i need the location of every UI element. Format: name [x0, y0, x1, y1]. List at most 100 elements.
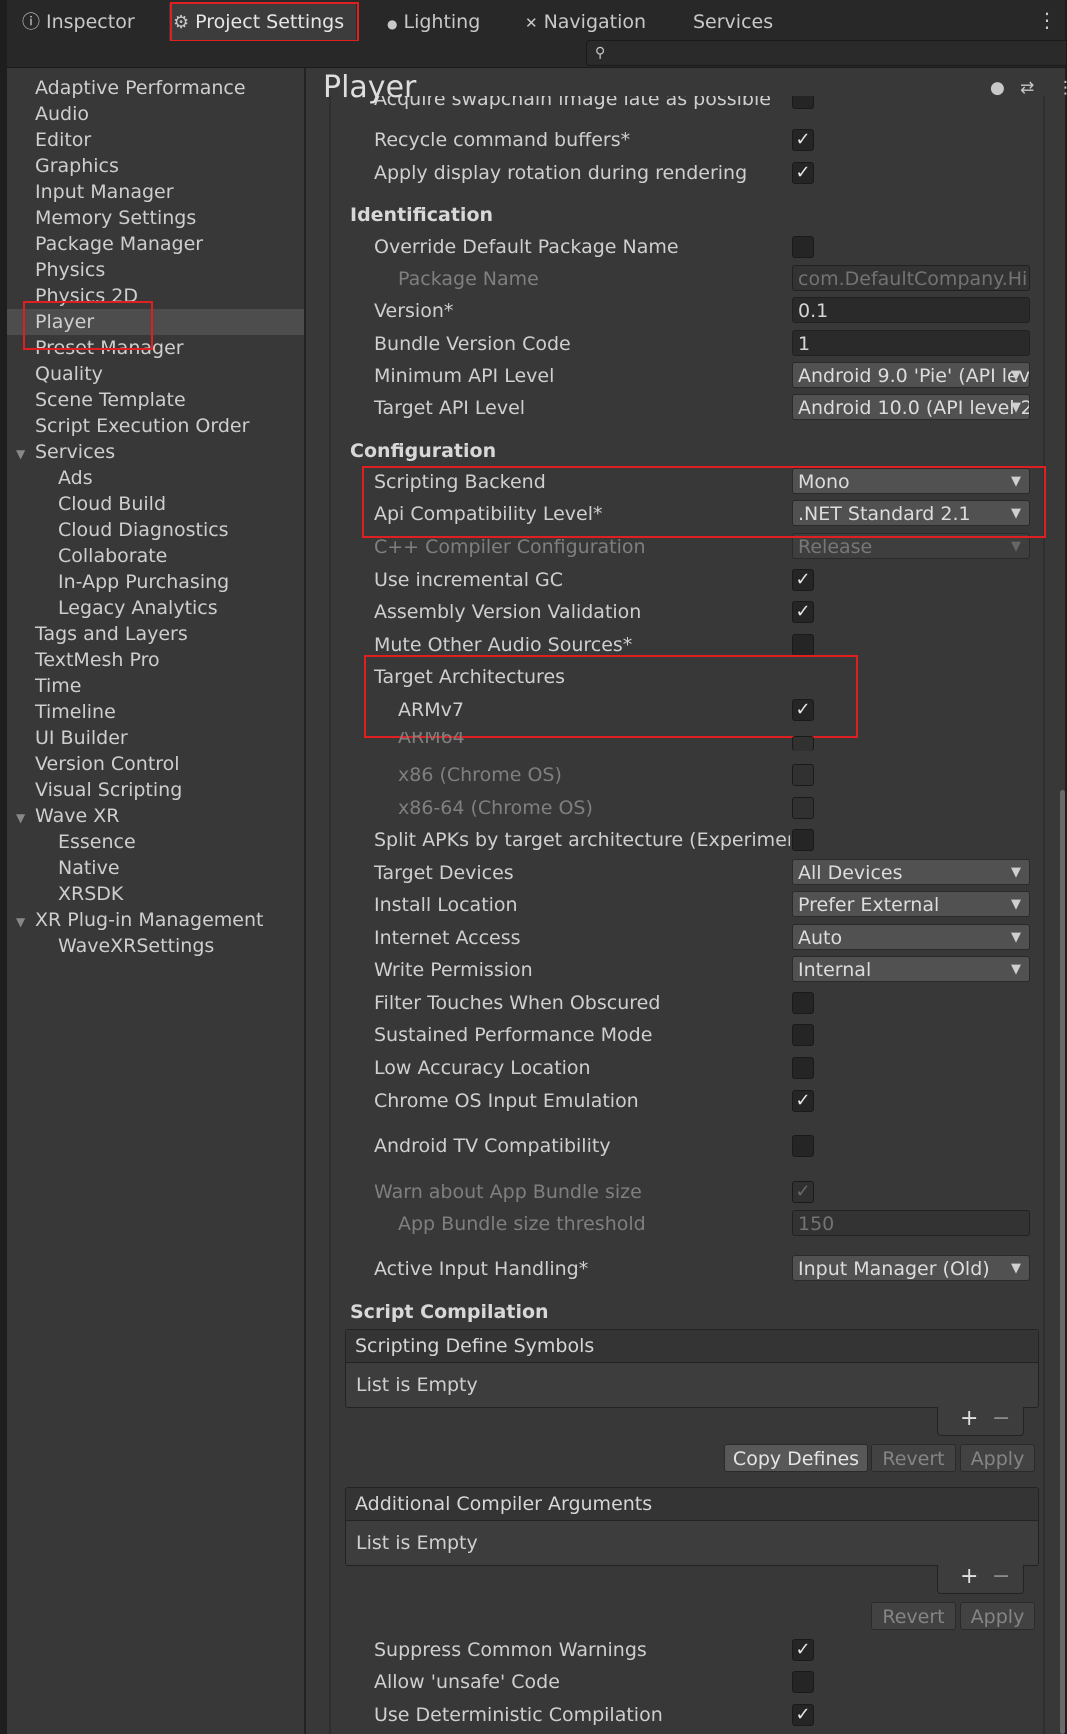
checkbox-chrome-os-input[interactable]: ✓	[792, 1090, 814, 1112]
sidebar-item-native[interactable]: Native	[58, 855, 120, 881]
setting-label: Allow 'unsafe' Code	[374, 1671, 560, 1693]
checkbox-partial[interactable]	[792, 96, 814, 109]
active-input-handling-dropdown[interactable]: Input Manager (Old) ▼	[792, 1255, 1030, 1281]
setting-label: Android TV Compatibility	[374, 1135, 611, 1157]
dropdown-value: Internal	[798, 959, 872, 981]
sidebar-item-ads[interactable]: Ads	[58, 465, 93, 491]
sidebar-item-quality[interactable]: Quality	[35, 361, 103, 387]
tab-inspector[interactable]: ⓘ Inspector	[22, 3, 135, 41]
sidebar-item-memory-settings[interactable]: Memory Settings	[35, 205, 196, 231]
setting-label: Low Accuracy Location	[374, 1057, 591, 1079]
panel-menu-icon[interactable]: ⋮	[1057, 78, 1067, 98]
sidebar-item-graphics[interactable]: Graphics	[35, 153, 119, 179]
version-field[interactable]: 0.1	[792, 297, 1030, 323]
plus-icon[interactable]: +	[960, 1565, 978, 1589]
checkbox-suppress-warnings[interactable]: ✓	[792, 1639, 814, 1661]
section-header-configuration: Configuration	[350, 440, 497, 462]
sidebar-item-script-execution-order[interactable]: Script Execution Order	[35, 413, 249, 439]
internet-access-dropdown[interactable]: Auto ▼	[792, 924, 1030, 950]
preset-sliders-icon[interactable]: ⇄	[1020, 78, 1034, 98]
sidebar-item-xrsdk[interactable]: XRSDK	[58, 881, 123, 907]
sidebar-item-textmesh-pro[interactable]: TextMesh Pro	[35, 647, 160, 673]
sidebar-item-cloud-build[interactable]: Cloud Build	[58, 491, 166, 517]
revert-button[interactable]: Revert	[871, 1602, 956, 1630]
sidebar-item-essence[interactable]: Essence	[58, 829, 136, 855]
sidebar-item-visual-scripting[interactable]: Visual Scripting	[35, 777, 182, 803]
sidebar-item-audio[interactable]: Audio	[35, 101, 89, 127]
search-input[interactable]: ⚲	[586, 40, 1067, 66]
sidebar-item-ui-builder[interactable]: UI Builder	[35, 725, 128, 751]
sidebar-item-timeline[interactable]: Timeline	[35, 699, 116, 725]
sidebar-item-editor[interactable]: Editor	[35, 127, 91, 153]
expand-triangle-icon[interactable]: ▼	[16, 915, 25, 929]
sidebar-item-wave-xr[interactable]: Wave XR	[35, 803, 119, 829]
list-add-remove: + −	[937, 1565, 1024, 1594]
target-devices-dropdown[interactable]: All Devices ▼	[792, 859, 1030, 885]
expand-triangle-icon[interactable]: ▼	[16, 811, 25, 825]
sidebar-item-adaptive-performance[interactable]: Adaptive Performance	[35, 75, 246, 101]
sidebar-item-in-app-purchasing[interactable]: In-App Purchasing	[58, 569, 229, 595]
checkbox-unsafe-code[interactable]	[792, 1671, 814, 1693]
sidebar-item-cloud-diagnostics[interactable]: Cloud Diagnostics	[58, 517, 229, 543]
install-location-dropdown[interactable]: Prefer External ▼	[792, 891, 1030, 917]
checkbox-assembly-validation[interactable]: ✓	[792, 601, 814, 623]
checkbox-sustained-performance[interactable]	[792, 1024, 814, 1046]
expand-triangle-icon[interactable]: ▼	[16, 447, 25, 461]
write-permission-dropdown[interactable]: Internal ▼	[792, 956, 1030, 982]
sidebar-item-wavexrsettings[interactable]: WaveXRSettings	[58, 933, 214, 959]
checkbox-low-accuracy-location[interactable]	[792, 1057, 814, 1079]
sidebar-item-services[interactable]: Services	[35, 439, 115, 465]
apply-button[interactable]: Apply	[960, 1602, 1035, 1630]
checkbox-android-tv[interactable]	[792, 1135, 814, 1157]
checkbox-filter-touches[interactable]	[792, 992, 814, 1014]
sidebar-item-legacy-analytics[interactable]: Legacy Analytics	[58, 595, 218, 621]
checkbox-split-apks[interactable]	[792, 829, 814, 851]
minus-icon[interactable]: −	[992, 1407, 1010, 1431]
tab-label: Lighting	[403, 11, 481, 33]
setting-label: Bundle Version Code	[374, 333, 571, 355]
sidebar-item-input-manager[interactable]: Input Manager	[35, 179, 174, 205]
checkbox-display-rotation[interactable]: ✓	[792, 162, 814, 184]
target-api-level-dropdown[interactable]: Android 10.0 (API level 29) ▼	[792, 394, 1030, 420]
tab-navigation[interactable]: ✕ Navigation	[525, 3, 646, 41]
sidebar-item-tags-and-layers[interactable]: Tags and Layers	[35, 621, 188, 647]
tab-services[interactable]: Services	[693, 3, 773, 41]
setting-label: Split APKs by target architecture (Exper…	[374, 829, 790, 851]
section-header-identification: Identification	[350, 204, 494, 226]
window-menu-icon[interactable]: ⋮	[1037, 8, 1057, 32]
checkbox-mute-audio[interactable]	[792, 634, 814, 656]
additional-compiler-arguments-list: Additional Compiler Arguments List is Em…	[345, 1487, 1039, 1566]
checkbox-incremental-gc[interactable]: ✓	[792, 569, 814, 591]
dropdown-value: Android 10.0 (API level 29)	[798, 397, 1030, 419]
sidebar-item-version-control[interactable]: Version Control	[35, 751, 180, 777]
sidebar-item-physics[interactable]: Physics	[35, 257, 105, 283]
setting-label: Active Input Handling*	[374, 1258, 589, 1280]
checkbox-recycle-command-buffers[interactable]: ✓	[792, 129, 814, 151]
lightbulb-icon: ●	[387, 17, 398, 31]
setting-label: Use incremental GC	[374, 569, 564, 591]
indent-guide	[329, 96, 331, 1734]
sidebar-item-package-manager[interactable]: Package Manager	[35, 231, 203, 257]
minimum-api-level-dropdown[interactable]: Android 9.0 'Pie' (API level 28)▼	[792, 362, 1030, 388]
dropdown-value: Auto	[798, 927, 843, 949]
tab-lighting[interactable]: ● Lighting	[387, 3, 480, 41]
setting-label: Version*	[374, 300, 454, 322]
checkbox-override-package-name[interactable]	[792, 236, 814, 258]
sidebar-item-time[interactable]: Time	[35, 673, 82, 699]
sidebar-item-collaborate[interactable]: Collaborate	[58, 543, 167, 569]
revert-button[interactable]: Revert	[871, 1444, 956, 1472]
scrollbar-thumb[interactable]	[1060, 790, 1065, 1734]
plus-icon[interactable]: +	[960, 1407, 978, 1431]
dropdown-value: Android 9.0 'Pie' (API level 28)	[798, 365, 1030, 387]
highlight-box	[362, 466, 1046, 538]
sidebar-item-xr-plugin-management[interactable]: XR Plug-in Management	[35, 907, 263, 933]
tab-label: Navigation	[543, 11, 647, 33]
bundle-version-code-field[interactable]: 1	[792, 330, 1030, 356]
indent-guide	[1043, 96, 1045, 1734]
apply-button[interactable]: Apply	[960, 1444, 1035, 1472]
checkbox-deterministic-compilation[interactable]: ✓	[792, 1704, 814, 1726]
sidebar-item-scene-template[interactable]: Scene Template	[35, 387, 186, 413]
copy-defines-button[interactable]: Copy Defines	[724, 1444, 868, 1472]
help-icon[interactable]: ●	[990, 78, 1005, 98]
minus-icon[interactable]: −	[992, 1565, 1010, 1589]
